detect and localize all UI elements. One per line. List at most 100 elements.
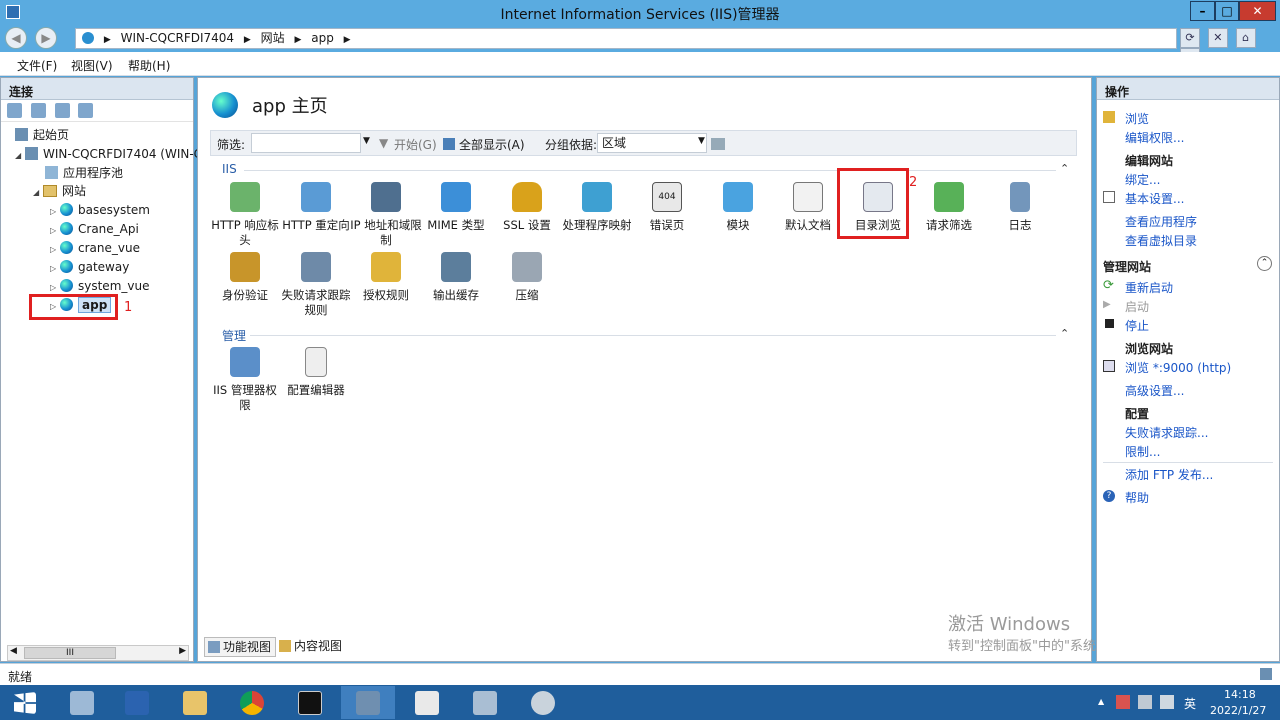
feature-handler-mappings[interactable]: 处理程序映射 [561,182,633,233]
tree-item-app-pools[interactable]: 应用程序池 [45,164,123,182]
view-mode-icon[interactable] [711,138,725,150]
breadcrumb-sites[interactable]: 网站 [261,31,285,45]
close-button[interactable]: ✕ [1239,1,1276,21]
action-view-applications[interactable]: 查看应用程序 [1125,213,1197,230]
start-button[interactable] [0,686,54,719]
tab-features-view[interactable]: 功能视图 [204,637,277,657]
feature-modules[interactable]: 模块 [702,182,774,233]
scroll-right-icon[interactable]: ▶ [179,646,186,656]
volume-icon[interactable] [1160,695,1174,709]
feature-ip-domain-restrictions[interactable]: IP 地址和域限制 [350,182,422,248]
dropdown-icon[interactable]: ▼ [698,136,705,146]
show-all-button[interactable]: 全部显示(A) [459,136,525,153]
action-advanced-settings[interactable]: 高级设置... [1125,382,1184,399]
disconnect-icon[interactable] [78,103,94,118]
group-by-select[interactable]: 区域 [597,133,707,153]
taskbar-network[interactable] [458,686,512,719]
scroll-thumb[interactable]: III [24,647,116,659]
feature-mime-types[interactable]: MIME 类型 [420,182,492,233]
network-tray-icon[interactable] [1138,695,1152,709]
save-icon[interactable] [30,103,46,118]
home-icon[interactable]: ⌂ [1235,28,1256,48]
clock-date[interactable]: 2022/1/27 [1210,704,1266,717]
taskbar-settings[interactable] [516,686,570,719]
action-add-ftp-publishing[interactable]: 添加 FTP 发布... [1125,466,1213,483]
action-browse-9000[interactable]: 浏览 *:9000 (http) [1125,359,1231,376]
feature-http-response-headers[interactable]: HTTP 响应标头 [209,182,281,248]
collapse-section-icon[interactable]: ⌃ [1060,327,1069,340]
collapse-arrow-icon[interactable]: ◢ [15,147,25,165]
tree-item-server[interactable]: ◢ WIN-CQCRFDI7404 (WIN-C [15,145,202,163]
maximize-button[interactable]: □ [1215,1,1239,21]
taskbar-chrome[interactable] [225,686,279,719]
feature-request-filtering[interactable]: 请求筛选 [913,182,985,233]
feature-authentication[interactable]: 身份验证 [209,252,281,303]
collapse-icon[interactable]: ⌃ [1257,256,1272,271]
expand-arrow-icon[interactable]: ▷ [50,203,60,221]
feature-default-document[interactable]: 默认文档 [772,182,844,233]
action-help[interactable]: 帮助 [1125,489,1149,506]
feature-ssl-settings[interactable]: SSL 设置 [491,182,563,233]
menu-help[interactable]: 帮助(H) [128,57,170,74]
feature-logging[interactable]: 日志 [984,182,1056,233]
minimize-button[interactable]: – [1190,1,1215,21]
refresh-icon[interactable]: ⟳ [1180,28,1200,48]
folder-up-icon[interactable] [54,103,70,118]
start-filter-button[interactable]: 开始(G) [394,136,437,153]
feature-iis-manager-permissions[interactable]: IIS 管理器权限 [209,347,281,413]
tree-item-site[interactable]: ▷ Crane_Api [50,220,139,238]
filter-input[interactable] [251,133,361,153]
taskbar-powershell[interactable] [110,686,164,719]
taskbar-java[interactable] [400,686,454,719]
stop-icon[interactable]: ✕ [1207,28,1228,48]
menu-view[interactable]: 视图(V) [71,57,113,74]
actions-header: 操作 [1097,78,1279,100]
action-basic-settings[interactable]: 基本设置... [1125,190,1184,207]
tree-item-site[interactable]: ▷ basesystem [50,201,150,219]
feature-output-caching[interactable]: 输出缓存 [420,252,492,303]
action-edit-permissions[interactable]: 编辑权限... [1125,129,1184,146]
back-button[interactable]: ◀ [5,27,27,49]
feature-error-pages[interactable]: 404 错误页 [631,182,703,233]
breadcrumb-app[interactable]: app [311,31,334,45]
feature-authorization-rules[interactable]: 授权规则 [350,252,422,303]
action-bindings[interactable]: 绑定... [1125,171,1160,188]
horizontal-scrollbar[interactable]: ◀ III ▶ [7,645,189,661]
taskbar-file-explorer[interactable] [168,686,222,719]
taskbar-iis-manager[interactable] [341,686,395,719]
tree-item-site[interactable]: ▷ system_vue [50,277,149,295]
action-restart[interactable]: 重新启动 [1125,279,1173,296]
action-failed-request-tracing[interactable]: 失败请求跟踪... [1125,424,1208,441]
tray-security-icon[interactable] [1116,695,1130,709]
taskbar-cmd[interactable] [283,686,337,719]
action-view-virtual-directories[interactable]: 查看虚拟目录 [1125,232,1197,249]
feature-failed-request-tracing[interactable]: 失败请求跟踪规则 [280,252,352,318]
menu-file[interactable]: 文件(F) [17,57,57,74]
tree-item-sites[interactable]: ◢ 网站 [33,182,86,200]
expand-arrow-icon[interactable]: ▷ [50,222,60,240]
action-limits[interactable]: 限制... [1125,443,1160,460]
tab-content-view[interactable]: 内容视图 [276,637,346,657]
feature-http-redirect[interactable]: HTTP 重定向 [280,182,352,233]
input-language[interactable]: 英 [1184,695,1196,712]
expand-arrow-icon[interactable]: ▷ [50,241,60,259]
connect-icon[interactable] [7,103,22,118]
collapse-section-icon[interactable]: ⌃ [1060,162,1069,175]
scroll-left-icon[interactable]: ◀ [10,646,17,656]
filter-dropdown-icon[interactable]: ▼ [363,136,370,146]
clock-time[interactable]: 14:18 [1224,688,1256,701]
breadcrumb-server[interactable]: WIN-CQCRFDI7404 [121,31,234,45]
tray-expand-icon[interactable]: ▲ [1098,697,1104,706]
taskbar-server-manager[interactable] [55,686,109,719]
address-bar[interactable]: ▶ WIN-CQCRFDI7404 ▶ 网站 ▶ app ▶ [75,28,1177,49]
action-stop[interactable]: 停止 [1125,317,1149,334]
tree-item-site[interactable]: ▷ crane_vue [50,239,140,257]
tree-item-start-page[interactable]: 起始页 [15,126,69,144]
feature-configuration-editor[interactable]: 配置编辑器 [280,347,352,398]
expand-arrow-icon[interactable]: ▷ [50,260,60,278]
collapse-arrow-icon[interactable]: ◢ [33,184,43,202]
tree-item-site[interactable]: ▷ gateway [50,258,129,276]
action-browse[interactable]: 浏览 [1125,110,1149,127]
feature-compression[interactable]: 压缩 [491,252,563,303]
forward-button[interactable]: ▶ [35,27,57,49]
